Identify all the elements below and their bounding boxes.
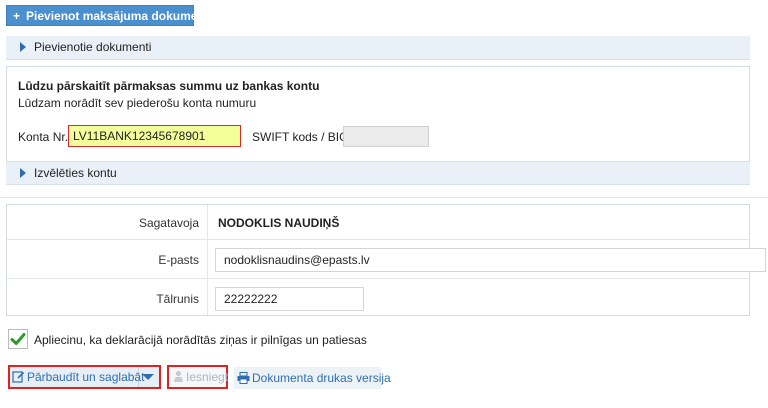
- account-number-label: Konta Nr.: [18, 130, 69, 144]
- check-and-save-label: Pārbaudīt un saglabāt: [27, 370, 145, 384]
- choose-account-toggle[interactable]: Izvēlēties kontu: [6, 161, 750, 185]
- chevron-down-icon: [142, 374, 154, 380]
- attached-documents-label: Pievienotie dokumenti: [34, 40, 152, 54]
- print-version-button[interactable]: Dokumenta drukas versija: [234, 367, 391, 391]
- email-label: E-pasts: [158, 253, 199, 267]
- account-number-input[interactable]: [68, 125, 241, 147]
- submit-button[interactable]: Iesniegt: [169, 367, 230, 387]
- column-divider: [207, 205, 208, 315]
- triangle-right-icon: [20, 42, 26, 52]
- plus-icon: +: [13, 9, 21, 23]
- row-divider: [7, 278, 749, 279]
- submit-person-icon: [173, 369, 184, 389]
- confirm-label: Apliecinu, ka deklarācijā norādītās ziņa…: [34, 333, 367, 347]
- swift-input[interactable]: [343, 126, 429, 147]
- bank-section-subtitle: Lūdzam norādīt sev piederošu konta numur…: [18, 96, 257, 110]
- preparer-label: Sagatavoja: [138, 216, 199, 230]
- check-and-save-button[interactable]: Pārbaudīt un saglabāt: [10, 367, 144, 389]
- submit-label: Iesniegt: [186, 370, 229, 384]
- checkmark-icon: [10, 333, 26, 345]
- submit-group: Iesniegt: [167, 365, 228, 389]
- triangle-right-icon: [20, 168, 26, 178]
- preparer-name: NODOKLIS NAUDIŅŠ: [218, 216, 340, 230]
- phone-field[interactable]: [215, 287, 364, 311]
- printer-icon: [237, 369, 250, 391]
- check-and-save-group: Pārbaudīt un saglabāt: [8, 365, 161, 389]
- attached-documents-toggle[interactable]: Pievienotie dokumenti: [6, 36, 750, 60]
- add-payment-document-label: Pievienot maksājuma dokumentu: [26, 9, 217, 23]
- contact-table: Sagatavoja NODOKLIS NAUDIŅŠ E-pasts Tālr…: [6, 204, 766, 316]
- phone-label: Tālrunis: [156, 292, 199, 306]
- bank-section-title: Lūdzu pārskaitīt pārmaksas summu uz bank…: [18, 79, 320, 93]
- choose-account-label: Izvēlēties kontu: [34, 166, 117, 180]
- print-version-label: Dokumenta drukas versija: [252, 371, 391, 385]
- email-field[interactable]: [215, 248, 766, 272]
- row-divider: [7, 239, 749, 240]
- edit-save-icon: [12, 369, 25, 389]
- confirm-checkbox[interactable]: [8, 329, 28, 349]
- check-and-save-dropdown[interactable]: [137, 367, 159, 387]
- swift-label: SWIFT kods / BIC: [252, 130, 348, 144]
- add-payment-document-button[interactable]: + Pievienot maksājuma dokumentu: [6, 5, 216, 26]
- section-divider: [0, 197, 768, 198]
